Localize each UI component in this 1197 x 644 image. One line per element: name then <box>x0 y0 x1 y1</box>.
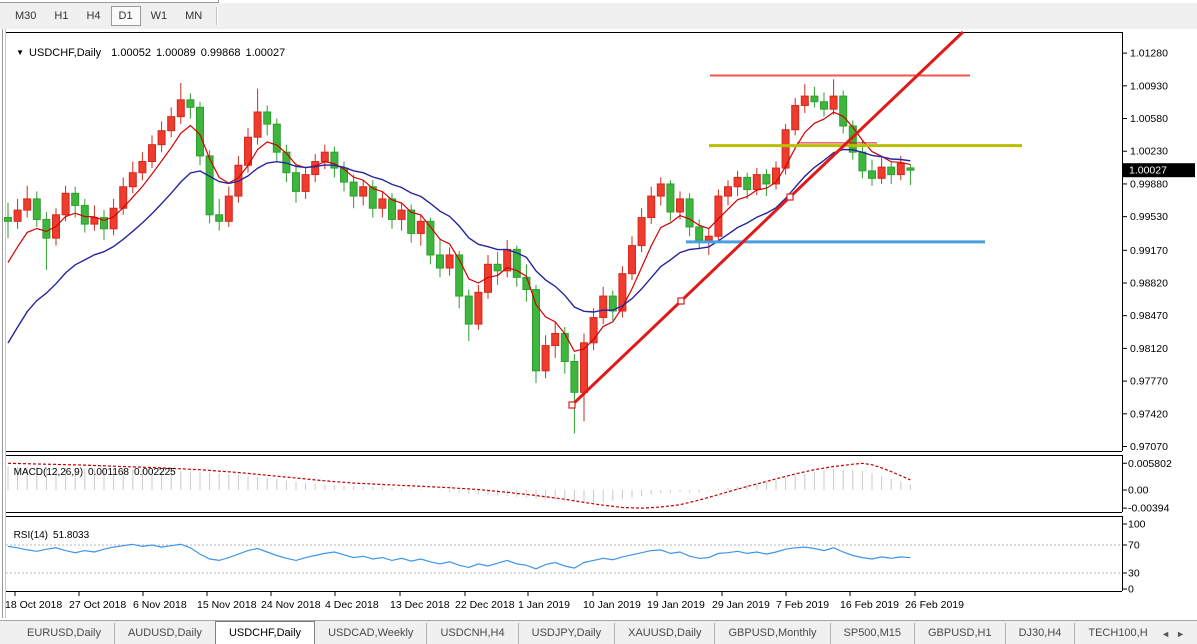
rsi-name: RSI(14) <box>14 530 48 541</box>
svg-text:0.97420: 0.97420 <box>1130 408 1168 420</box>
panel-borders <box>6 32 1123 592</box>
tabs-scroll-left-icon[interactable]: ◄ <box>1161 629 1176 639</box>
ohlc-high: 1.00089 <box>156 47 196 59</box>
rsi-value: 51.8033 <box>53 530 89 541</box>
svg-text:13 Dec 2018: 13 Dec 2018 <box>390 599 450 611</box>
chart-tab-tech100[interactable]: TECH100,H <box>1074 623 1160 644</box>
svg-text:1.00027: 1.00027 <box>1129 165 1167 177</box>
svg-text:1 Jan 2019: 1 Jan 2019 <box>518 599 570 611</box>
svg-text:0.98470: 0.98470 <box>1130 310 1168 322</box>
symbol-tabbar: EURUSD,DailyAUDUSD,DailyUSDCHF,DailyUSDC… <box>0 620 1197 644</box>
candles <box>5 79 914 433</box>
svg-text:0.98120: 0.98120 <box>1130 343 1168 355</box>
svg-text:0.005802: 0.005802 <box>1128 458 1172 470</box>
svg-text:1.00930: 1.00930 <box>1130 80 1168 92</box>
svg-text:100: 100 <box>1128 519 1146 531</box>
svg-text:1.00580: 1.00580 <box>1130 113 1168 125</box>
chart-window-frame <box>3 29 6 618</box>
price-axis: 1.01280 1.00930 1.00580 1.00230 0.99880 0.995… <box>1122 48 1168 453</box>
svg-text:22 Dec 2018: 22 Dec 2018 <box>455 599 515 611</box>
chart-tab-audusd[interactable]: AUDUSD,Daily <box>114 623 215 644</box>
rsi-level-lines <box>6 545 1122 573</box>
chart-canvas: 1.01280 1.00930 1.00580 1.00230 0.99880 0.995… <box>0 0 1197 620</box>
svg-text:10 Jan 2019: 10 Jan 2019 <box>583 599 641 611</box>
svg-text:27 Oct 2018: 27 Oct 2018 <box>69 599 126 611</box>
chart-tab-xauusd[interactable]: XAUUSD,Daily <box>614 623 714 644</box>
collapse-caret-icon[interactable]: ▼ <box>16 48 24 57</box>
svg-text:0: 0 <box>1128 584 1134 596</box>
trendline[interactable] <box>569 32 963 408</box>
macd-name: MACD(12,26,9) <box>14 467 83 478</box>
svg-text:0.99880: 0.99880 <box>1130 178 1168 190</box>
svg-text:19 Jan 2019: 19 Jan 2019 <box>647 599 705 611</box>
rsi-indicator-label: RSI(14) 51.8033 <box>8 519 89 541</box>
svg-text:16 Feb 2019: 16 Feb 2019 <box>840 599 899 611</box>
svg-text:30: 30 <box>1128 568 1140 580</box>
tab-scroll-arrows: ◄► <box>1161 629 1191 639</box>
macd-indicator-label: MACD(12,26,9) 0.001168 0.002225 <box>8 456 176 478</box>
chart-tab-usdcnh[interactable]: USDCNH,H4 <box>426 623 517 644</box>
svg-text:70: 70 <box>1128 540 1140 552</box>
chart-tab-dj30[interactable]: DJ30,H4 <box>1005 623 1075 644</box>
svg-text:6 Nov 2018: 6 Nov 2018 <box>133 599 187 611</box>
svg-text:0.99530: 0.99530 <box>1130 211 1168 223</box>
chart-tab-usdjpy[interactable]: USDJPY,Daily <box>518 623 615 644</box>
rsi-axis: 100 70 30 0 <box>1122 519 1146 596</box>
ma-fast-line <box>8 112 910 351</box>
chart-tab-usdchf[interactable]: USDCHF,Daily <box>215 621 315 644</box>
ohlc-low: 0.99868 <box>201 47 241 59</box>
chart-tab-gbpusd[interactable]: GBPUSD,Monthly <box>714 623 829 644</box>
svg-text:15 Nov 2018: 15 Nov 2018 <box>197 599 257 611</box>
date-axis: 18 Oct 2018 27 Oct 2018 6 Nov 2018 15 Nov 2… <box>5 592 964 611</box>
macd-main-value: 0.001168 <box>88 467 129 478</box>
svg-text:0.97070: 0.97070 <box>1130 441 1168 453</box>
chart-tab-usdcad[interactable]: USDCAD,Weekly <box>315 623 426 644</box>
svg-text:1.00230: 1.00230 <box>1130 146 1168 158</box>
svg-text:0.98820: 0.98820 <box>1130 277 1168 289</box>
ohlc-open: 1.00052 <box>111 47 151 59</box>
svg-text:-0.00394: -0.00394 <box>1128 503 1170 515</box>
current-price-marker: 1.00027 <box>1123 163 1195 177</box>
chart-tab-sp500[interactable]: SP500,M15 <box>830 623 914 644</box>
svg-text:26 Feb 2019: 26 Feb 2019 <box>905 599 964 611</box>
svg-text:0.99170: 0.99170 <box>1130 245 1168 257</box>
svg-text:24 Nov 2018: 24 Nov 2018 <box>261 599 321 611</box>
chart-tab-eurusd[interactable]: EURUSD,Daily <box>14 623 114 644</box>
svg-text:29 Jan 2019: 29 Jan 2019 <box>712 599 770 611</box>
svg-text:4 Dec 2018: 4 Dec 2018 <box>325 599 379 611</box>
macd-axis: 0.005802 0.00 -0.00394 <box>1122 458 1172 515</box>
rsi-line <box>8 544 910 569</box>
svg-text:0.00: 0.00 <box>1128 484 1149 496</box>
ohlc-close: 1.00027 <box>245 47 285 59</box>
chart-symbol-label: USDCHF,Daily <box>29 47 101 59</box>
macd-signal-value: 0.002225 <box>134 467 176 478</box>
tabs-scroll-right-icon[interactable]: ► <box>1176 629 1191 639</box>
svg-text:18 Oct 2018: 18 Oct 2018 <box>5 599 62 611</box>
svg-text:0.97770: 0.97770 <box>1130 376 1168 388</box>
chart-tab-gbpusd[interactable]: GBPUSD,H1 <box>914 623 1005 644</box>
svg-text:7 Feb 2019: 7 Feb 2019 <box>776 599 829 611</box>
svg-text:1.01280: 1.01280 <box>1130 48 1168 60</box>
chart-title: ▼ USDCHF,Daily 1.00052 1.00089 0.99868 1.0002… <box>10 35 290 59</box>
